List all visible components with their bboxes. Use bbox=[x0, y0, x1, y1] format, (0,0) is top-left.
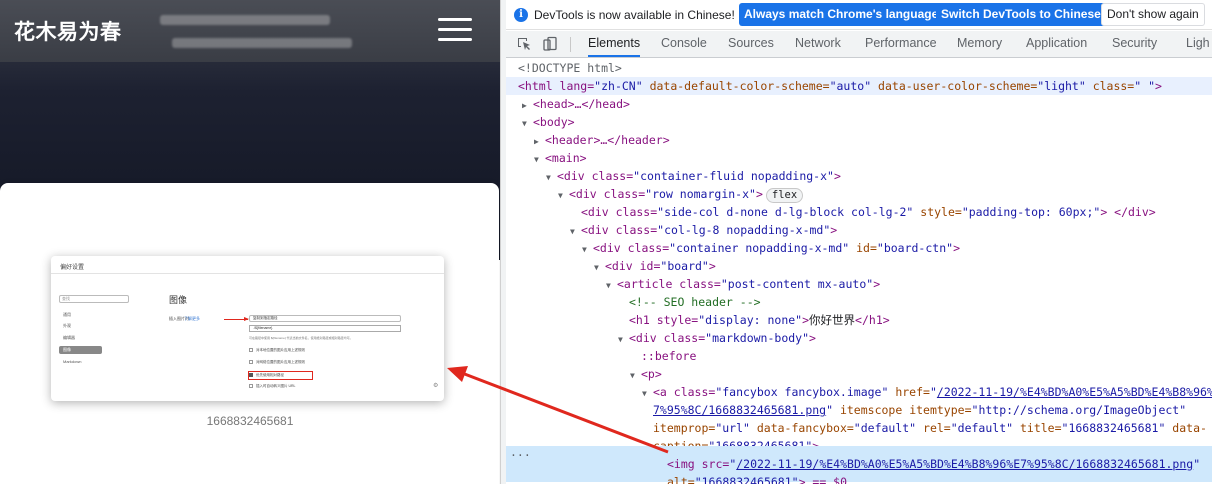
dom-node[interactable]: ▼ <div class="container-fluid nopadding-x… bbox=[506, 167, 1212, 185]
href-link[interactable]: 7%95%8C/1668832465681.png bbox=[653, 403, 826, 417]
dom-node[interactable]: <h1 style="display: none">你好世界</h1> bbox=[506, 311, 1212, 329]
dom-node[interactable]: ▼ <a class="fancybox fancybox.image" href… bbox=[506, 383, 1212, 401]
inspect-icon[interactable] bbox=[516, 36, 532, 52]
learn-more-link: 了解更多 bbox=[184, 316, 200, 321]
language-infobar: i DevTools is now available in Chinese! … bbox=[506, 0, 1212, 30]
divider bbox=[51, 273, 444, 274]
tab-console[interactable]: Console bbox=[661, 31, 707, 57]
tab-sources[interactable]: Sources bbox=[728, 31, 774, 57]
post-image[interactable]: 偏好设置 查找 通用 外观 编辑器 图像 Markdown 图像 插入图片时… … bbox=[51, 256, 444, 401]
nav-item: Markdown bbox=[63, 359, 82, 364]
dom-node[interactable]: ▶ <header>…</header> bbox=[506, 131, 1212, 149]
dom-node[interactable]: <div class="side-col d-none d-lg-block c… bbox=[506, 203, 1212, 221]
infobar-message: DevTools is now available in Chinese! bbox=[534, 8, 735, 22]
dom-node[interactable]: ▼ <div class="row nomargin-x"> flex bbox=[506, 185, 1212, 203]
nav-item: 编辑器 bbox=[63, 335, 75, 340]
dom-node[interactable]: ▼ <article class="post-content mx-auto"> bbox=[506, 275, 1212, 293]
annotation-arrowhead bbox=[244, 317, 249, 321]
image-caption: 1668832465681 bbox=[206, 414, 294, 428]
path-input: ./${filename} bbox=[249, 325, 401, 332]
nav-item: 外观 bbox=[63, 323, 71, 328]
dom-node[interactable]: ▼ <body> bbox=[506, 113, 1212, 131]
devtools-panel: i DevTools is now available in Chinese! … bbox=[506, 0, 1212, 484]
search-input: 查找 bbox=[59, 295, 129, 303]
insert-select: 复制到指定路径 bbox=[249, 315, 401, 322]
help-text: 可在路径中使用 ${filename} 代表当前文件名，使用绝对路径或相对路径均… bbox=[249, 336, 353, 340]
tab-lighthouse[interactable]: Ligh bbox=[1186, 31, 1210, 57]
tab-memory[interactable]: Memory bbox=[957, 31, 1002, 57]
flex-badge[interactable]: flex bbox=[765, 188, 804, 203]
dom-node[interactable]: ▶ <head>…</head> bbox=[506, 95, 1212, 113]
img-src-link[interactable]: /2022-11-19/%E4%BD%A0%E5%A5%BD%E4%B8%96%… bbox=[736, 457, 1193, 471]
selected-dom-node[interactable]: ··· <img src="/2022-11-19/%E4%BD%A0%E5%A… bbox=[506, 446, 1212, 484]
blog-page: 花木易为春 偏好设置 查找 通用 外观 编辑器 图像 Markdown 图像 插… bbox=[0, 0, 500, 484]
nav-item-active: 图像 bbox=[59, 346, 102, 354]
blurred-meta bbox=[160, 15, 330, 25]
nav-item: 通用 bbox=[63, 312, 71, 317]
checkbox-item: 插入时自动转义图片 URL bbox=[249, 383, 295, 390]
info-icon: i bbox=[514, 8, 528, 22]
gear-icon: ⚙ bbox=[433, 383, 439, 389]
device-toolbar-icon[interactable] bbox=[542, 36, 558, 52]
dom-node[interactable]: <!DOCTYPE html> bbox=[506, 59, 1212, 77]
blurred-meta bbox=[172, 38, 352, 48]
match-language-button[interactable]: Always match Chrome's language bbox=[739, 3, 944, 26]
dialog-title: 偏好设置 bbox=[60, 265, 85, 271]
dom-node[interactable]: ▼ <div class="col-lg-8 nopadding-x-md"> bbox=[506, 221, 1212, 239]
section-heading: 图像 bbox=[169, 295, 188, 305]
tab-network[interactable]: Network bbox=[795, 31, 841, 57]
devtools-tabbar: Elements Console Sources Network Perform… bbox=[506, 31, 1212, 58]
switch-to-chinese-button[interactable]: Switch DevTools to Chinese bbox=[936, 3, 1106, 26]
href-link[interactable]: /2022-11-19/%E4%BD%A0%E5%A5%BD%E4%B8%96%… bbox=[937, 385, 1212, 399]
toolbar-separator bbox=[570, 37, 571, 52]
dom-node-continued: itemprop="url" data-fancybox="default" r… bbox=[653, 421, 1207, 435]
menu-icon[interactable] bbox=[438, 16, 472, 44]
dom-node[interactable]: ::before bbox=[506, 347, 1212, 365]
dom-tree: <!DOCTYPE html> <html lang="zh-CN" data-… bbox=[506, 58, 1212, 484]
highlight-box bbox=[248, 371, 313, 380]
site-title[interactable]: 花木易为春 bbox=[14, 16, 122, 46]
tab-performance[interactable]: Performance bbox=[865, 31, 937, 57]
dont-show-again-button[interactable]: Don't show again bbox=[1101, 3, 1205, 26]
tab-security[interactable]: Security bbox=[1112, 31, 1157, 57]
dom-node[interactable]: ▼ <div class="container nopadding-x-md" i… bbox=[506, 239, 1212, 257]
checkbox-item: 对网络位置的图片应用上述规则 bbox=[249, 359, 305, 366]
dom-node[interactable]: ▼ <div class="markdown-body"> bbox=[506, 329, 1212, 347]
blog-navbar: 花木易为春 bbox=[0, 0, 500, 62]
tab-elements[interactable]: Elements bbox=[588, 31, 641, 57]
dom-node-continued: 7%95%8C/1668832465681.png" itemscope ite… bbox=[653, 403, 1187, 417]
dom-node[interactable]: ▼ <main> bbox=[506, 149, 1212, 167]
dom-node[interactable]: <html lang="zh-CN" data-default-color-sc… bbox=[506, 77, 1212, 95]
dom-node[interactable]: ▼ <div id="board"> bbox=[506, 257, 1212, 275]
more-options-icon[interactable]: ··· bbox=[510, 446, 531, 464]
tab-application[interactable]: Application bbox=[1026, 31, 1087, 57]
dom-node[interactable]: ▼ <p> bbox=[506, 365, 1212, 383]
checkbox-item: 对本地位置的图片应用上述规则 bbox=[249, 347, 305, 354]
dom-node[interactable]: <!-- SEO header --> bbox=[506, 293, 1212, 311]
